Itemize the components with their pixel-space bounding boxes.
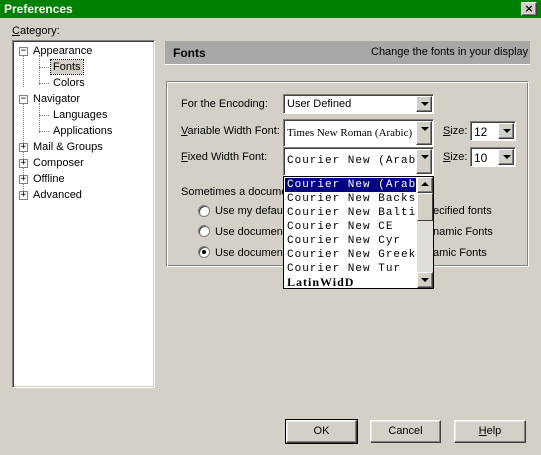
radio-use-default-label: Use my defaul [215,205,286,217]
dropdown-item[interactable]: Courier New Greek [285,248,416,262]
fixed-font-select[interactable]: Courier New (Arabic) [283,147,434,176]
help-button[interactable]: Help [454,420,526,443]
dropdown-item[interactable]: LatinWidD [285,275,416,289]
ok-button[interactable]: OK [285,419,358,444]
tree-item-composer[interactable]: Composer [33,156,84,170]
category-label: Category: [12,25,60,37]
variable-size-label: Size: [443,125,468,137]
fixed-size-value: 10 [474,151,488,165]
fixed-size-select[interactable]: 10 [470,147,516,167]
radio-use-default-label-tail: ecified fonts [433,205,492,217]
scroll-thumb[interactable] [417,193,433,221]
dropdown-item[interactable]: Courier New (Arabic) [285,178,416,192]
chevron-down-icon[interactable] [498,149,514,165]
collapse-icon[interactable]: − [19,95,28,104]
variable-size-value: 12 [474,125,488,139]
cancel-button[interactable]: Cancel [370,420,441,443]
dropdown-scrollbar[interactable] [417,177,433,288]
dropdown-item[interactable]: Courier New Baltic [285,206,416,220]
close-icon: × [524,2,534,15]
encoding-value: User Defined [287,98,352,110]
variable-size-select[interactable]: 12 [470,121,516,141]
tree-line [39,131,49,132]
variable-font-select[interactable]: Times New Roman (Arabic) [283,119,434,147]
variable-font-label: Variable Width Font: [181,125,280,137]
tree-line [39,103,40,133]
expand-icon[interactable]: + [19,175,28,184]
tree-item-fonts[interactable]: Fonts [50,59,84,75]
scroll-down-icon[interactable] [417,272,433,288]
tree-item-languages[interactable]: Languages [53,108,107,122]
radio-use-document-1-label-tail: namic Fonts [433,226,493,238]
expand-icon[interactable]: + [19,159,28,168]
title-bar: Preferences [0,0,541,18]
chevron-down-icon[interactable] [416,149,432,174]
chevron-down-icon[interactable] [416,96,432,112]
dynamic-intro: Sometimes a docume [181,186,288,198]
expand-icon[interactable]: + [19,143,28,152]
tree-item-mail-groups[interactable]: Mail & Groups [33,140,103,154]
dropdown-item[interactable]: Courier New CE [285,220,416,234]
window-title: Preferences [4,2,73,16]
scroll-up-icon[interactable] [417,177,433,193]
expand-icon[interactable]: + [19,191,28,200]
dropdown-item[interactable]: Courier New Tur [285,262,416,276]
close-button[interactable]: × [521,2,537,16]
tree-line [39,83,49,84]
tree-line [39,55,40,85]
tree-item-navigator[interactable]: Navigator [33,92,80,106]
fixed-size-label: Size: [443,151,468,163]
radio-use-document-1-label: Use document [215,226,286,238]
panel-title: Fonts [173,46,206,60]
variable-font-value: Times New Roman (Arabic) [287,127,413,139]
tree-item-advanced[interactable]: Advanced [33,188,82,202]
radio-use-document-2-label-tail: amic Fonts [433,247,487,259]
panel-subtitle: Change the fonts in your display [371,46,529,58]
chevron-down-icon[interactable] [416,121,432,145]
radio-use-document-2[interactable] [198,246,210,258]
dropdown-item[interactable]: Courier New Cyr [285,234,416,248]
radio-use-document-1[interactable] [198,225,210,237]
tree-item-appearance[interactable]: Appearance [33,44,92,58]
tree-item-offline[interactable]: Offline [33,172,65,186]
fixed-font-value: Courier New (Arabic) [287,155,415,167]
category-tree[interactable]: − Appearance Fonts Colors − Navigator La… [12,40,155,388]
dropdown-item[interactable]: Courier New Backslash [285,192,416,206]
tree-line [39,67,49,68]
collapse-icon[interactable]: − [19,47,28,56]
panel-header: Fonts Change the fonts in your display [165,41,530,65]
tree-item-applications[interactable]: Applications [53,124,112,138]
chevron-down-icon[interactable] [498,123,514,139]
font-dropdown-list[interactable]: Courier New (Arabic) Courier New Backsla… [283,176,434,289]
radio-use-document-2-label: Use document [215,247,286,259]
encoding-select[interactable]: User Defined [283,94,434,114]
tree-line [23,55,24,87]
fixed-font-label: Fixed Width Font: [181,151,268,163]
tree-item-colors[interactable]: Colors [53,76,85,90]
radio-use-default[interactable] [198,205,210,217]
encoding-label: For the Encoding: [181,98,268,110]
tree-line [39,115,49,116]
